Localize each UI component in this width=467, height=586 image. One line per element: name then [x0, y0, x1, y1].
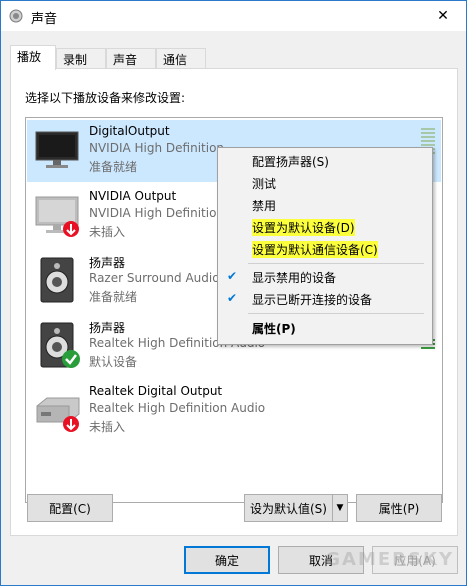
instruction-text: 选择以下播放设备来修改设置:: [25, 91, 186, 105]
monitor-disconnected-icon: [35, 196, 79, 237]
digital-output-disconnected-icon: [36, 397, 80, 432]
chevron-down-icon: ▼: [336, 503, 344, 513]
set-default-button[interactable]: 设为默认值(S): [244, 494, 332, 522]
sound-dialog: 声音 ✕ 播放 录制 声音 通信 选择以下播放设备来修改设置: DigitalO…: [0, 0, 467, 586]
device-name: DigitalOutput: [89, 124, 170, 138]
menu-separator: [248, 313, 424, 314]
device-name: 扬声器: [89, 321, 126, 335]
device-status: 准备就绪: [89, 160, 138, 174]
sound-app-icon: [9, 9, 23, 23]
device-item-realtek-digital[interactable]: Realtek Digital Output Realtek High Defi…: [27, 380, 441, 442]
menu-item-label: 显示禁用的设备: [252, 271, 337, 285]
menu-item-configure-speakers[interactable]: 配置扬声器(S): [218, 150, 430, 172]
device-description: Realtek High Definition Audio: [89, 401, 266, 415]
set-default-dropdown-button[interactable]: ▼: [332, 494, 348, 522]
menu-item-test[interactable]: 测试: [218, 172, 430, 194]
menu-item-label: 显示已断开连接的设备: [252, 293, 373, 307]
configure-button[interactable]: 配置(C): [27, 494, 113, 522]
tab-sounds-label: 声音: [113, 53, 138, 67]
menu-item-show-disabled-devices[interactable]: ✔ 显示禁用的设备: [218, 266, 430, 288]
device-description: NVIDIA High Definition: [89, 206, 225, 220]
menu-item-set-default-device[interactable]: 设置为默认设备(D): [218, 216, 430, 238]
close-icon: ✕: [437, 8, 449, 24]
menu-item-label: 属性(P): [252, 322, 296, 336]
tab-playback-label: 播放: [17, 50, 42, 64]
menu-item-label: 测试: [252, 177, 277, 191]
device-status: 准备就绪: [89, 290, 138, 304]
properties-button-label: 属性(P): [378, 501, 420, 516]
menu-item-show-disconnected-devices[interactable]: ✔ 显示已断开连接的设备: [218, 288, 430, 310]
tab-sounds[interactable]: 声音: [106, 48, 156, 68]
menu-item-properties[interactable]: 属性(P): [218, 317, 430, 339]
menu-item-label: 设置为默认设备(D): [252, 219, 355, 236]
tab-playback[interactable]: 播放: [10, 45, 56, 70]
checkmark-icon: ✔: [227, 269, 238, 283]
checkmark-icon: ✔: [227, 291, 238, 305]
close-button[interactable]: ✕: [420, 1, 466, 31]
menu-item-set-default-communication-device[interactable]: 设置为默认通信设备(C): [218, 238, 430, 260]
properties-button[interactable]: 属性(P): [356, 494, 442, 522]
window-title: 声音: [31, 12, 58, 27]
menu-item-label: 配置扬声器(S): [252, 155, 329, 169]
menu-item-label: 禁用: [252, 199, 277, 213]
menu-item-label: 设置为默认通信设备(C): [252, 241, 378, 258]
set-default-button-label: 设为默认值(S): [250, 501, 327, 516]
device-description: NVIDIA High Definition: [89, 141, 225, 155]
speaker-default-icon: [40, 322, 80, 368]
device-name: NVIDIA Output: [89, 189, 177, 203]
monitor-icon: [35, 131, 79, 168]
device-name: Realtek Digital Output: [89, 384, 223, 398]
tab-communications-label: 通信: [163, 53, 188, 67]
configure-button-label: 配置(C): [49, 501, 91, 516]
menu-separator: [248, 263, 424, 264]
menu-item-disable[interactable]: 禁用: [218, 194, 430, 216]
tab-recording-label: 录制: [63, 53, 88, 67]
title-bar: 声音 ✕: [1, 1, 466, 31]
tab-recording[interactable]: 录制: [56, 48, 106, 68]
context-menu: 配置扬声器(S) 测试 禁用 设置为默认设备(D) 设置为默认通信设备(C) ✔…: [217, 147, 433, 345]
watermark: GAMERSKY: [325, 549, 454, 570]
device-status: 未插入: [89, 420, 126, 434]
tab-communications[interactable]: 通信: [156, 48, 206, 68]
device-status: 默认设备: [89, 355, 138, 369]
ok-button-label: 确定: [214, 553, 239, 568]
device-status: 未插入: [89, 225, 126, 239]
device-description: Razer Surround Audio: [89, 271, 220, 285]
speaker-icon: [40, 257, 74, 303]
device-name: 扬声器: [89, 256, 126, 270]
ok-button[interactable]: 确定: [184, 546, 270, 574]
